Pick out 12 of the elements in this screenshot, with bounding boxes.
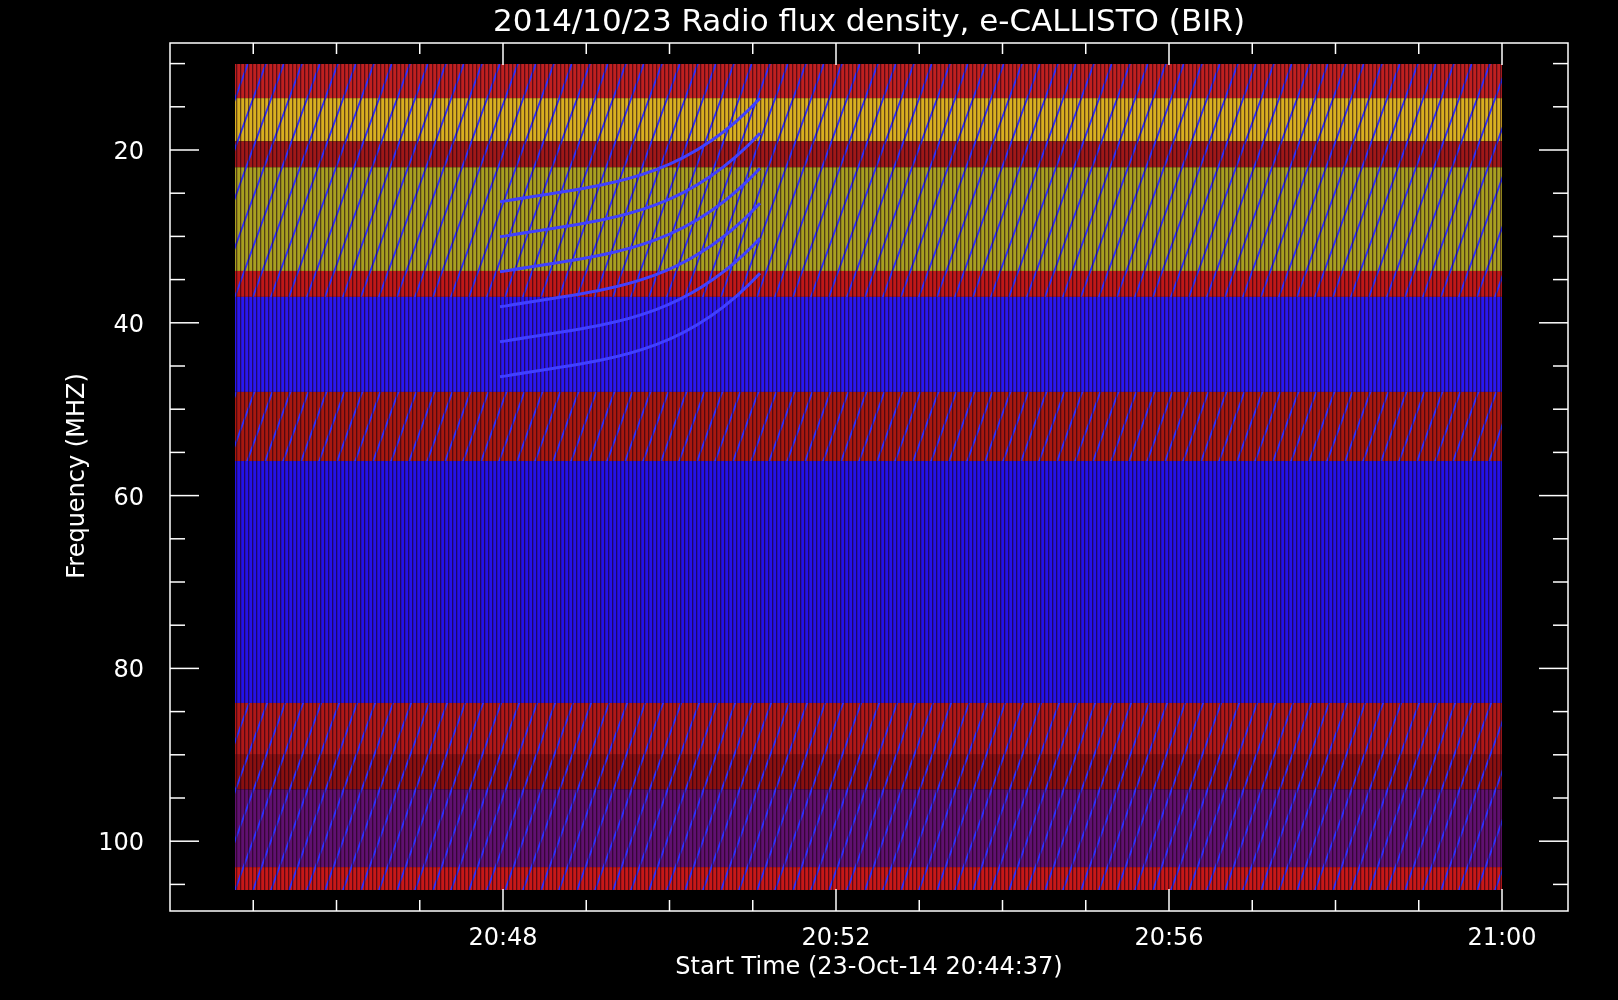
tick-label: 100 xyxy=(98,828,144,857)
tick-label: 80 xyxy=(113,655,144,684)
tick-label: 60 xyxy=(113,482,144,511)
axis-title: Frequency (MHZ) xyxy=(62,373,90,579)
tick-label: 40 xyxy=(113,309,144,338)
axis-title: Start Time (23-Oct-14 20:44:37) xyxy=(675,952,1063,980)
chart-title: 2014/10/23 Radio flux density, e-CALLISTO (BIR) xyxy=(493,2,1245,38)
tick-label: 20:52 xyxy=(801,923,871,951)
tick-label: 20 xyxy=(113,137,144,165)
tick-label: 20:56 xyxy=(1134,923,1204,951)
tick-label: 21:00 xyxy=(1467,923,1537,951)
tick-label: 20:48 xyxy=(468,923,538,951)
